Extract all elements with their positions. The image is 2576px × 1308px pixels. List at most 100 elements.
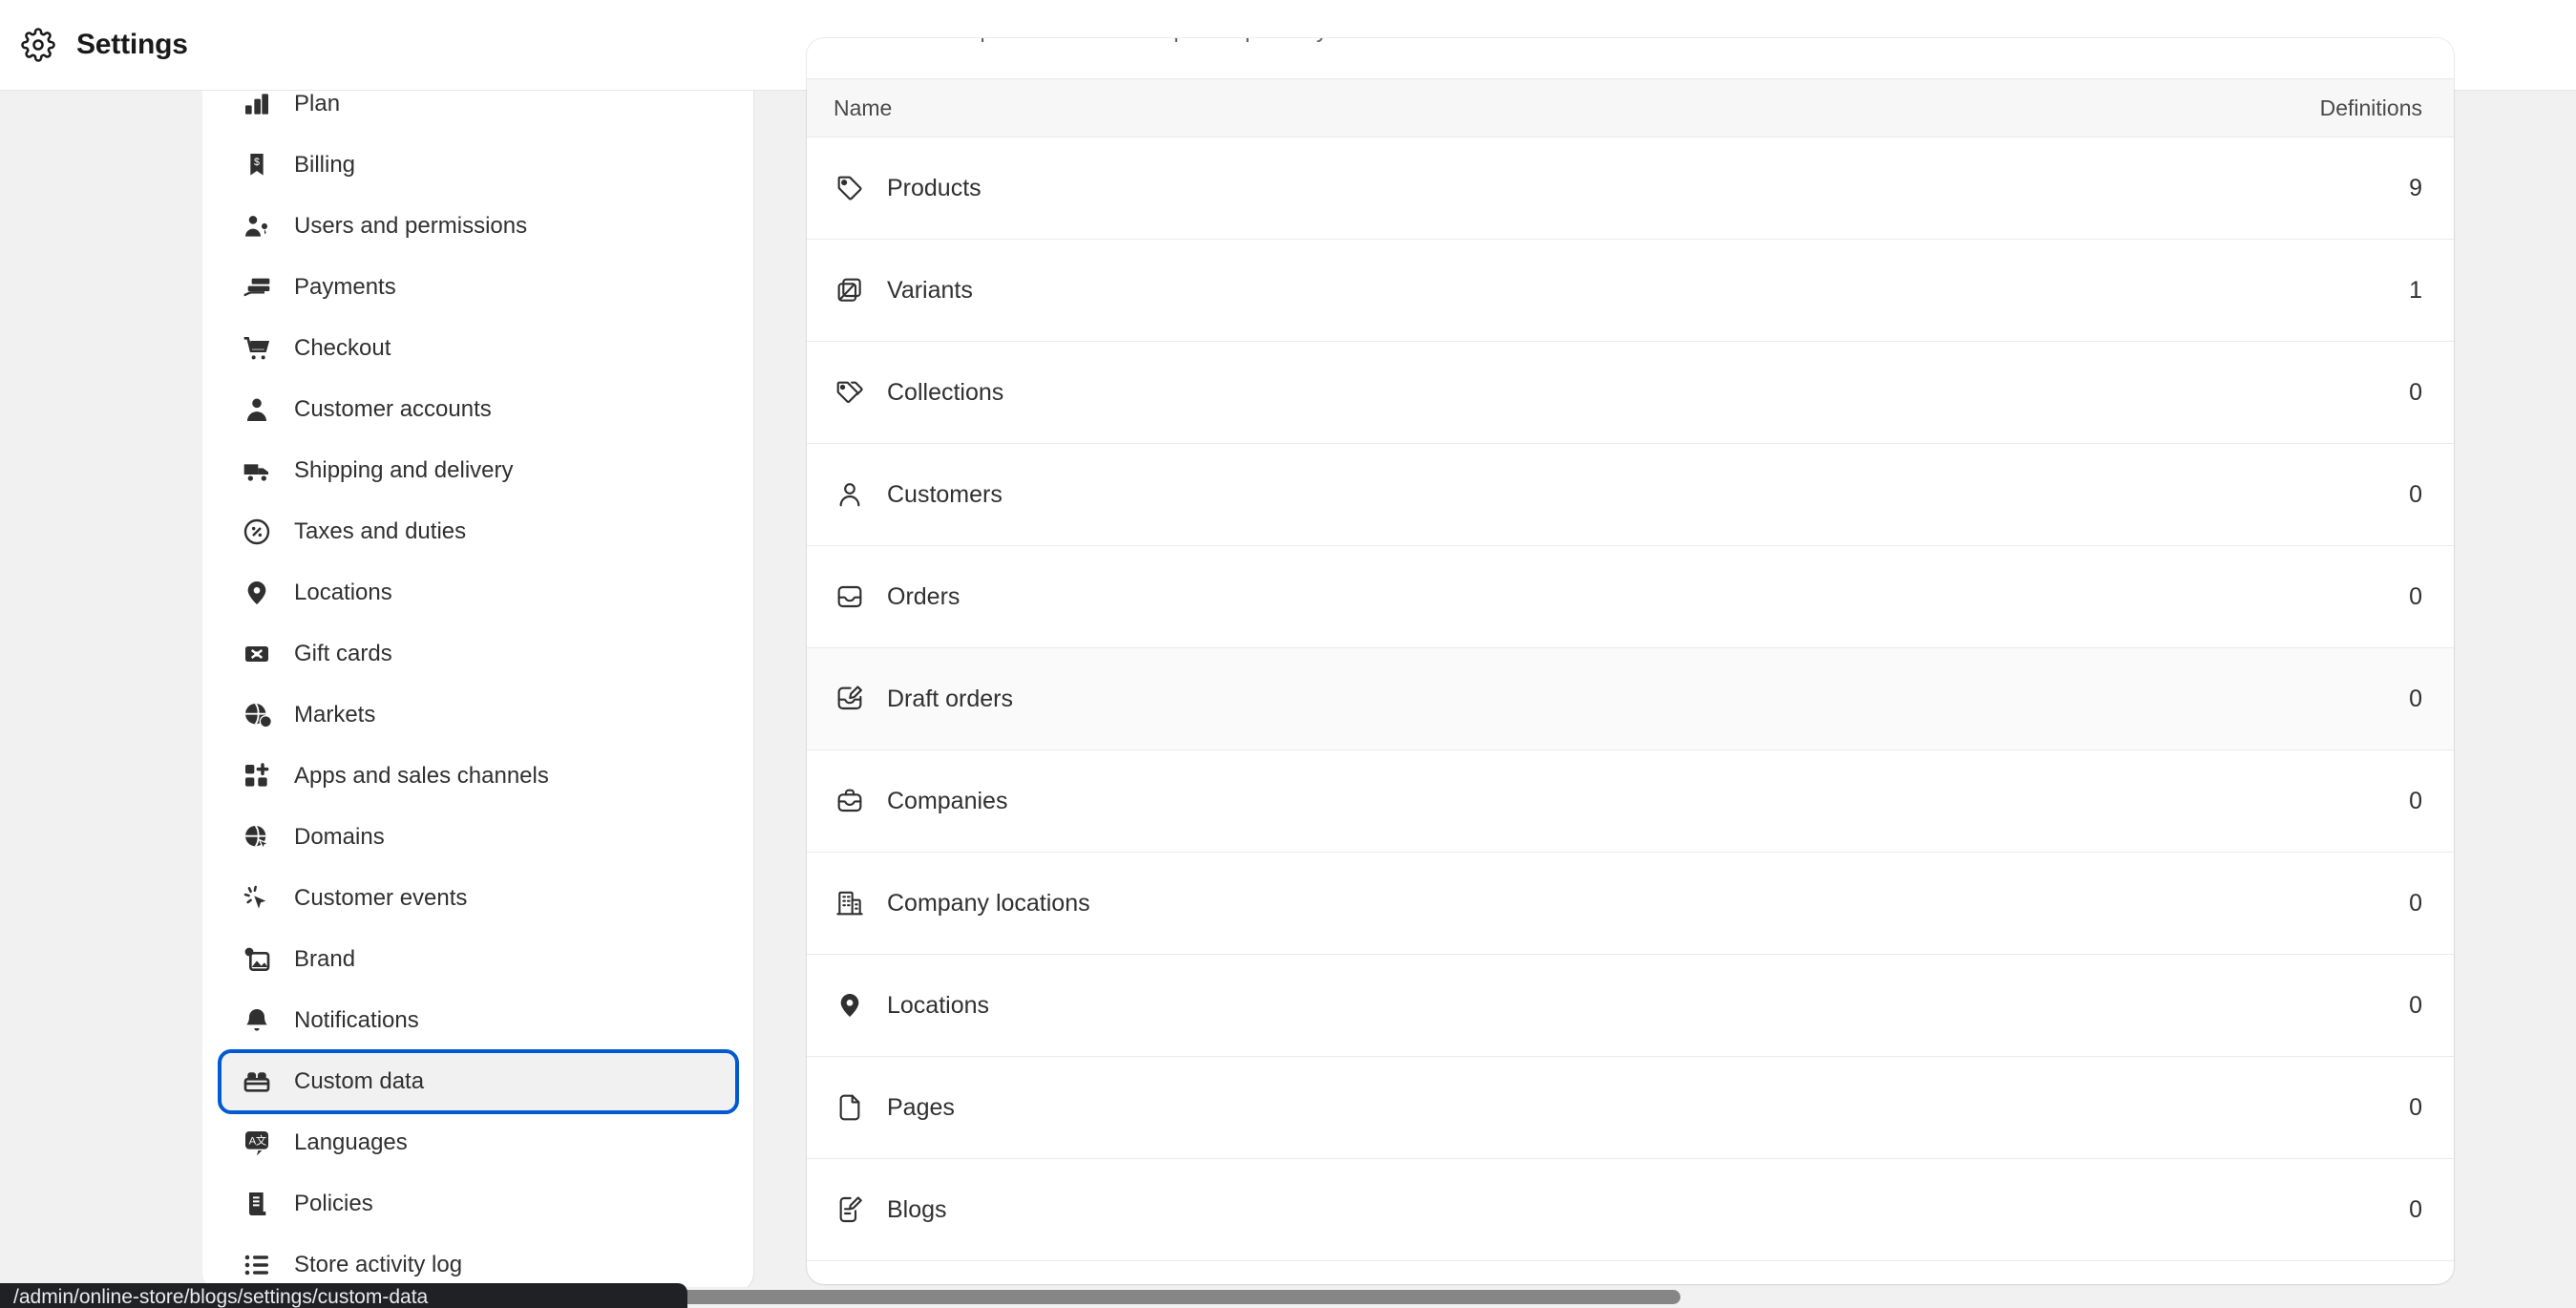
sidebar-item-label: Taxes and duties [294, 520, 466, 543]
row-definition-count: 1 [2409, 277, 2422, 305]
domains-globe-cursor-icon [241, 821, 273, 854]
custom-data-box-icon [241, 1065, 273, 1098]
left-gutter [0, 91, 202, 1308]
blog-edit-icon [834, 1193, 866, 1226]
sidebar-item-plan[interactable]: Plan [220, 91, 737, 135]
activity-log-list-icon [241, 1249, 273, 1281]
row-definition-count: 9 [2409, 175, 2422, 202]
table-row[interactable]: Pages0 [807, 1057, 2454, 1159]
status-url-text: /admin/online-store/blogs/settings/custo… [13, 1286, 428, 1308]
sidebar-item-custom-data[interactable]: Custom data [220, 1051, 737, 1112]
checkout-cart-icon [241, 332, 273, 365]
row-name: Orders [887, 583, 960, 611]
sidebar-item-locations[interactable]: Locations [220, 562, 737, 623]
sidebar-item-domains[interactable]: Domains [220, 807, 737, 868]
location-pin-icon [241, 577, 273, 609]
row-definition-count: 0 [2409, 379, 2422, 407]
table-row[interactable]: Companies0 [807, 750, 2454, 853]
sidebar-item-label: Customer accounts [294, 398, 492, 421]
person-icon [834, 478, 866, 511]
sidebar-item-label: Locations [294, 581, 392, 604]
table-row[interactable]: Draft orders0 [807, 648, 2454, 750]
metafield-owner-list: Products 9 Variants 1 Collections0 Customers 0… [807, 137, 2454, 1284]
sidebar-item-label: Store activity log [294, 1254, 462, 1276]
table-row[interactable]: Locations0 [807, 955, 2454, 1057]
sidebar-item-label: Checkout [294, 337, 391, 360]
table-row[interactable]: Blogs 0 [807, 1159, 2454, 1261]
sidebar-item-label: Users and permissions [294, 215, 527, 238]
table-row[interactable]: Customers 0 [807, 444, 2454, 546]
gift-card-icon [241, 638, 273, 670]
sidebar-item-policies[interactable]: Policies [220, 1173, 737, 1234]
sidebar-item-payments[interactable]: Payments [220, 257, 737, 318]
sidebar-item-languages[interactable]: A文 Languages [220, 1112, 737, 1173]
row-name: Locations [887, 992, 989, 1020]
sidebar-item-users-and-permissions[interactable]: Users and permissions [220, 196, 737, 257]
settings-page: Settings Plan $ Billing Users and permissio… [0, 0, 2576, 1308]
row-name: Blogs [887, 1196, 947, 1224]
row-name: Company locations [887, 890, 1090, 918]
table-row[interactable]: Orders0 [807, 546, 2454, 648]
sidebar-item-notifications[interactable]: Notifications [220, 990, 737, 1051]
brand-image-icon [241, 943, 273, 976]
custom-data-card: Add a custom piece of data to a specific… [807, 38, 2454, 1284]
sidebar-item-label: Policies [294, 1192, 373, 1215]
card-subtitle-clipped: Add a custom piece of data to a specific… [807, 38, 2454, 78]
sidebar-item-taxes-and-duties[interactable]: Taxes and duties [220, 501, 737, 562]
table-row[interactable]: Products 9 [807, 137, 2454, 240]
payments-card-hand-icon [241, 271, 273, 304]
collection-tags-icon [834, 376, 866, 409]
sidebar-item-label: Plan [294, 93, 340, 116]
building-icon [834, 887, 866, 919]
sidebar-item-label: Gift cards [294, 643, 392, 665]
order-inbox-icon [834, 580, 866, 613]
shipping-truck-icon [241, 454, 273, 487]
sidebar-item-customer-events[interactable]: Customer events [220, 868, 737, 929]
svg-text:$: $ [254, 157, 260, 168]
table-row[interactable]: Company locations 0 [807, 853, 2454, 955]
row-name: Pages [887, 1094, 955, 1122]
sidebar-item-label: Domains [294, 826, 385, 849]
sidebar-item-label: Billing [294, 154, 355, 177]
sidebar-item-label: Markets [294, 704, 375, 727]
sidebar-item-label: Languages [294, 1131, 408, 1154]
row-definition-count: 0 [2409, 481, 2422, 509]
sidebar-item-label: Customer events [294, 887, 467, 910]
sidebar-item-checkout[interactable]: Checkout [220, 318, 737, 379]
sidebar-item-markets[interactable]: Markets [220, 685, 737, 746]
apps-grid-plus-icon [241, 760, 273, 792]
variant-layers-icon [834, 274, 866, 306]
sidebar-item-shipping-and-delivery[interactable]: Shipping and delivery [220, 440, 737, 501]
card-subtitle: Add a custom piece of data to a specific… [834, 38, 1425, 44]
sidebar-item-label: Brand [294, 948, 355, 971]
page-title: Settings [76, 29, 188, 61]
column-header-definitions: Definitions [2320, 95, 2422, 121]
row-definition-count: 0 [2409, 890, 2422, 918]
languages-translate-icon: A文 [241, 1127, 273, 1159]
row-name: Variants [887, 277, 973, 305]
taxes-percent-icon [241, 516, 273, 548]
sidebar-item-label: Notifications [294, 1009, 419, 1032]
table-row[interactable]: Collections0 [807, 342, 2454, 444]
sidebar-item-label: Apps and sales channels [294, 765, 549, 788]
status-url-bar: /admin/online-store/blogs/settings/custo… [0, 1283, 687, 1308]
row-name: Customers [887, 481, 1003, 509]
svg-text:文: 文 [256, 1133, 266, 1147]
row-name: Companies [887, 788, 1007, 815]
markets-globe-dollar-icon [241, 699, 273, 731]
sidebar-item-label: Payments [294, 276, 396, 299]
customer-events-click-icon [241, 882, 273, 915]
notifications-bell-icon [241, 1004, 273, 1037]
sidebar-item-gift-cards[interactable]: Gift cards [220, 623, 737, 685]
row-name: Draft orders [887, 686, 1013, 713]
sidebar-item-brand[interactable]: Brand [220, 929, 737, 990]
sidebar-item-apps-and-sales-channels[interactable]: Apps and sales channels [220, 746, 737, 807]
table-row[interactable]: Variants 1 [807, 240, 2454, 342]
row-name: Products [887, 175, 982, 202]
row-definition-count: 0 [2409, 1196, 2422, 1224]
table-header-row: Name Definitions [807, 78, 2454, 137]
sidebar-item-customer-accounts[interactable]: Customer accounts [220, 379, 737, 440]
sidebar-item-label: Shipping and delivery [294, 459, 514, 482]
sidebar-item-billing[interactable]: $ Billing [220, 135, 737, 196]
draft-order-edit-icon [834, 683, 866, 715]
